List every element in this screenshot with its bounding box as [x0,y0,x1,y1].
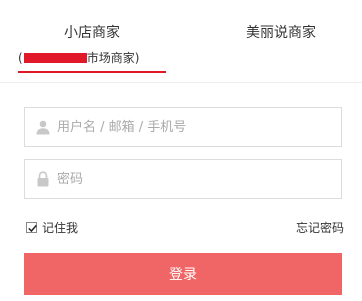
tab-merchant-subtitle-rest: 市场商家) [86,51,140,65]
tab-merchant[interactable]: 小店商家 ( 市场商家) [18,0,166,82]
tab-merchant-subtitle-open: ( [18,51,23,65]
tab-beauty[interactable]: 美丽说商家 [200,0,362,82]
check-icon [28,224,37,233]
password-field [24,159,342,199]
tab-merchant-subtitle: ( 市场商家) [18,50,166,66]
redaction-mark [23,53,87,63]
forgot-password-link[interactable]: 忘记密码 [296,220,344,236]
active-tab-indicator [18,71,166,73]
remember-checkbox[interactable] [26,222,37,233]
username-input[interactable] [57,108,333,146]
login-button[interactable]: 登录 [24,253,342,295]
tab-beauty-title: 美丽说商家 [246,25,316,41]
lock-icon [35,171,51,187]
remember-label: 记住我 [42,221,79,235]
login-tabs: 小店商家 ( 市场商家) 美丽说商家 [0,0,362,83]
username-field [24,107,342,147]
password-input[interactable] [57,160,333,198]
login-card: 小店商家 ( 市场商家) 美丽说商家 用户名 / 邮箱 / 手机号 记住我 忘记密… [0,0,362,301]
user-icon [35,119,51,135]
tab-merchant-title: 小店商家 [64,25,120,41]
